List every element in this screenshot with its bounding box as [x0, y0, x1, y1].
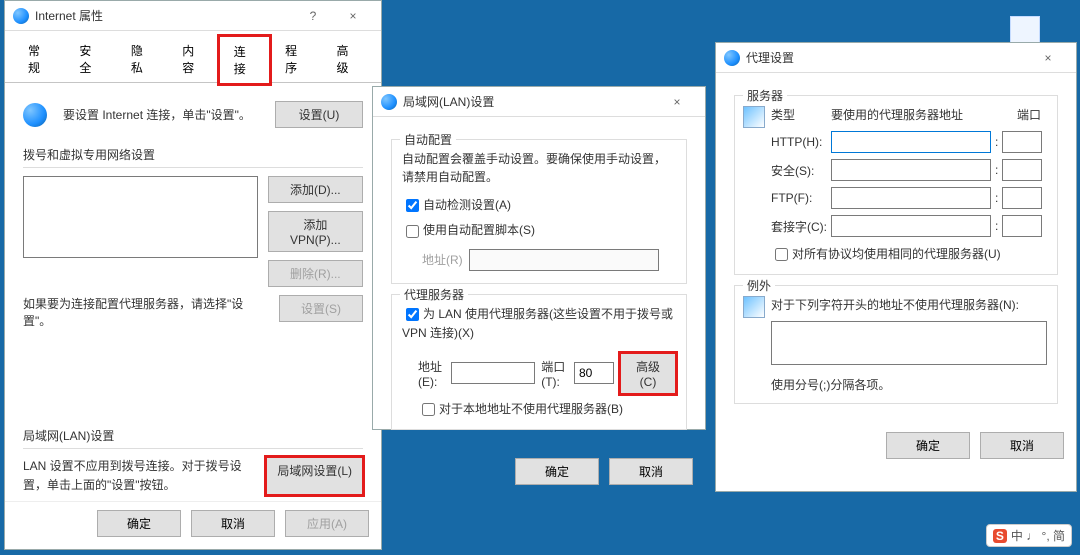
semicolon-note: 使用分号(;)分隔各项。: [771, 376, 1047, 393]
socks-port-input[interactable]: [1002, 215, 1042, 237]
auto-config-group: 自动配置 自动配置会覆盖手动设置。要确保使用手动设置，请禁用自动配置。 自动检测…: [391, 139, 687, 284]
proxy-legend: 代理服务器: [400, 286, 468, 303]
ftp-label: FTP(F):: [771, 191, 831, 205]
servers-legend: 服务器: [743, 87, 787, 104]
ftp-port-input[interactable]: [1002, 187, 1042, 209]
bypass-local-checkbox[interactable]: 对于本地地址不使用代理服务器(B): [418, 402, 623, 416]
globe-icon: [13, 8, 29, 24]
auto-detect-checkbox[interactable]: 自动检测设置(A): [402, 198, 511, 212]
close-button[interactable]: ×: [333, 9, 373, 23]
tab-strip: 常规 安全 隐私 内容 连接 程序 高级: [5, 31, 381, 83]
secure-label: 安全(S):: [771, 162, 831, 179]
lan-settings-window: 局域网(LAN)设置 × 自动配置 自动配置会覆盖手动设置。要确保使用手动设置，…: [372, 86, 706, 430]
internet-properties-window: Internet 属性 ? × 常规 安全 隐私 内容 连接 程序 高级 要设置…: [4, 0, 382, 550]
tab-general[interactable]: 常规: [13, 35, 64, 83]
exceptions-textarea[interactable]: [771, 321, 1047, 365]
dial-settings-button: 设置(S): [279, 295, 363, 322]
ime-indicator[interactable]: S 中 ♩ °, 简: [986, 524, 1072, 547]
script-addr-input: [469, 249, 659, 271]
socks-label: 套接字(C):: [771, 218, 831, 235]
ime-text: 中 ♩ °, 简: [1011, 527, 1065, 544]
cancel-button[interactable]: 取消: [191, 510, 275, 537]
socks-addr-input[interactable]: [831, 215, 991, 237]
apply-button: 应用(A): [285, 510, 369, 537]
proxy-port-label: 端口(T):: [541, 358, 568, 389]
cancel-button[interactable]: 取消: [609, 458, 693, 485]
dialup-listbox[interactable]: [23, 176, 258, 258]
lan-settings-button[interactable]: 局域网设置(L): [266, 457, 363, 495]
ok-button[interactable]: 确定: [515, 458, 599, 485]
dialup-heading: 拨号和虚拟专用网络设置: [23, 146, 363, 163]
same-for-all-checkbox[interactable]: 对所有协议均使用相同的代理服务器(U): [771, 247, 1001, 261]
close-button[interactable]: ×: [657, 95, 697, 109]
proxy-addr-input[interactable]: [451, 362, 535, 384]
titlebar[interactable]: 局域网(LAN)设置 ×: [373, 87, 705, 117]
use-proxy-checkbox[interactable]: 为 LAN 使用代理服务器(这些设置不用于拨号或 VPN 连接)(X): [402, 307, 673, 340]
window-title: 局域网(LAN)设置: [403, 93, 494, 110]
http-addr-input[interactable]: [831, 131, 991, 153]
help-button[interactable]: ?: [293, 9, 333, 23]
titlebar[interactable]: 代理设置 ×: [716, 43, 1076, 73]
ftp-addr-input[interactable]: [831, 187, 991, 209]
http-port-input[interactable]: [1002, 131, 1042, 153]
add-vpn-button[interactable]: 添加 VPN(P)...: [268, 211, 363, 252]
col-addr: 要使用的代理服务器地址: [831, 106, 1001, 123]
lan-heading: 局域网(LAN)设置: [23, 427, 363, 444]
window-title: 代理设置: [746, 49, 794, 66]
dialup-note: 如果要为连接配置代理服务器，请选择"设置"。: [23, 295, 269, 329]
close-button[interactable]: ×: [1028, 51, 1068, 65]
col-port: 端口: [1001, 106, 1041, 123]
exceptions-legend: 例外: [743, 277, 775, 294]
exceptions-icon: [743, 296, 765, 318]
servers-icon: [743, 106, 765, 128]
proxy-port-input[interactable]: [574, 362, 614, 384]
tab-programs[interactable]: 程序: [270, 35, 321, 83]
globe-icon: [724, 50, 740, 66]
ime-s-icon: S: [993, 529, 1007, 543]
proxy-settings-window: 代理设置 × 服务器 类型 要使用的代理服务器地址 端口 HTTP(H): : …: [715, 42, 1077, 492]
advanced-button[interactable]: 高级(C): [620, 353, 676, 394]
tab-connections[interactable]: 连接: [219, 36, 270, 84]
proxy-group: 代理服务器 为 LAN 使用代理服务器(这些设置不用于拨号或 VPN 连接)(X…: [391, 294, 687, 431]
ok-button[interactable]: 确定: [97, 510, 181, 537]
cancel-button[interactable]: 取消: [980, 432, 1064, 459]
secure-port-input[interactable]: [1002, 159, 1042, 181]
remove-button: 删除(R)...: [268, 260, 363, 287]
connection-setup-text: 要设置 Internet 连接，单击"设置"。: [63, 106, 269, 123]
window-title: Internet 属性: [35, 7, 103, 24]
tab-privacy[interactable]: 隐私: [116, 35, 167, 83]
proxy-addr-label: 地址(E):: [418, 358, 445, 389]
add-button[interactable]: 添加(D)...: [268, 176, 363, 203]
col-type: 类型: [771, 106, 831, 123]
servers-group: 服务器 类型 要使用的代理服务器地址 端口 HTTP(H): : 安全(S): …: [734, 95, 1058, 275]
setup-button[interactable]: 设置(U): [275, 101, 363, 128]
tab-content[interactable]: 内容: [167, 35, 218, 83]
lan-note: LAN 设置不应用到拨号连接。对于拨号设置，单击上面的"设置"按钮。: [23, 457, 254, 495]
titlebar[interactable]: Internet 属性 ? ×: [5, 1, 381, 31]
globe-icon: [381, 94, 397, 110]
ok-button[interactable]: 确定: [886, 432, 970, 459]
tab-security[interactable]: 安全: [64, 35, 115, 83]
http-label: HTTP(H):: [771, 135, 831, 149]
auto-config-legend: 自动配置: [400, 131, 456, 148]
secure-addr-input[interactable]: [831, 159, 991, 181]
exceptions-note: 对于下列字符开头的地址不使用代理服务器(N):: [771, 296, 1047, 313]
tab-advanced[interactable]: 高级: [322, 35, 373, 83]
globe-icon: [23, 103, 47, 127]
auto-config-note: 自动配置会覆盖手动设置。要确保使用手动设置，请禁用自动配置。: [402, 150, 676, 186]
auto-script-checkbox[interactable]: 使用自动配置脚本(S): [402, 223, 535, 237]
exceptions-group: 例外 对于下列字符开头的地址不使用代理服务器(N): 使用分号(;)分隔各项。: [734, 285, 1058, 404]
script-addr-label: 地址(R): [422, 251, 463, 268]
